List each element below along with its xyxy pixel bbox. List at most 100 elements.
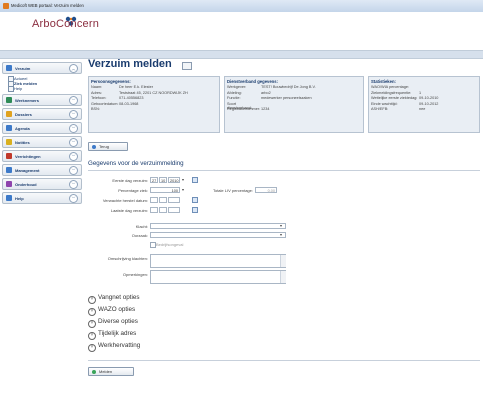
sidebar-item-label: Verzuim	[15, 66, 31, 71]
check-icon	[92, 369, 96, 374]
back-button-label: Terug	[99, 144, 110, 149]
section-wazo[interactable]: ˅ WAZO opties	[88, 306, 135, 316]
back-arrow-icon	[92, 144, 96, 149]
bedrijfsongeval-label: Bedrijfsongeval	[156, 242, 184, 247]
chevron-down-icon[interactable]: ﹀	[69, 166, 78, 175]
chevron-down-icon[interactable]: ﹀	[69, 138, 78, 147]
info-value: nee	[419, 107, 426, 111]
chevron-down-icon[interactable]: ﹀	[69, 124, 78, 133]
calendar-icon[interactable]	[192, 197, 198, 203]
oorzaak-select[interactable]	[150, 232, 286, 238]
laatste-label: Laatste dag verzuim:	[110, 208, 148, 213]
note-icon	[6, 139, 12, 145]
panel-statistieken: Statistieken: WAO/WIA percentage: Ziekme…	[368, 76, 480, 133]
info-row: BSN:	[89, 107, 219, 113]
sidebar-item-werknemers[interactable]: Werknemers ﹀	[2, 94, 82, 106]
verwachte-label: Verwachte herstel datum:	[102, 198, 148, 203]
sidebar-item-label: Werknemers	[15, 98, 39, 103]
calendar-icon[interactable]	[192, 207, 198, 213]
info-value: medewerker personeelszaken	[261, 96, 312, 100]
eerste-dag-label: Eerste dag verzuim:	[112, 178, 148, 183]
section-tijdelijk-adres[interactable]: ˅ Tijdelijk adres	[88, 330, 136, 340]
chevron-up-icon[interactable]: ︿	[69, 64, 78, 73]
panel-header: Persoonsgegevens:	[91, 79, 131, 84]
sidebar-item-onderhoud[interactable]: Onderhoud ﹀	[2, 178, 82, 190]
brand-logo: ArboConcern	[32, 18, 100, 30]
sidebar-item-verzuim[interactable]: Verzuim ︿	[2, 62, 82, 74]
chart-icon	[6, 167, 12, 173]
laatste-day-input[interactable]	[150, 207, 158, 213]
chevron-down-icon: ˅	[88, 343, 96, 352]
eerste-dag-year-input[interactable]: 2010	[168, 177, 180, 183]
sidebar-sub-label: Help	[14, 86, 23, 91]
section-label: Tijdelijk adres	[98, 330, 137, 337]
sidebar-item-dossiers[interactable]: Dossiers ﹀	[2, 108, 82, 120]
calendar-icon	[6, 125, 12, 131]
chevron-down-icon[interactable]: ﹀	[69, 96, 78, 105]
dropdown-caret-icon[interactable]: ▾	[182, 177, 184, 182]
sidebar-item-management[interactable]: Management ﹀	[2, 164, 82, 176]
section-vangnet[interactable]: ˅ Vangnet opties	[88, 294, 140, 304]
verwachte-year-input[interactable]	[168, 197, 180, 203]
sidebar-item-notities[interactable]: Notities ﹀	[2, 136, 82, 148]
sidebar-item-label: Agenda	[15, 126, 30, 131]
doctor-icon	[6, 65, 12, 71]
sidebar-sub-help[interactable]: Help	[8, 86, 82, 92]
dropdown-caret-icon[interactable]: ▾	[182, 187, 184, 192]
laatste-month-input[interactable]	[159, 207, 167, 213]
section-title: Gegevens voor de verzuimmelding	[88, 160, 184, 167]
footer-divider	[88, 360, 480, 361]
sidebar-item-help[interactable]: Help ﹀	[2, 192, 82, 204]
sidebar-item-label: Help	[15, 196, 24, 201]
textarea-scrollbar[interactable]	[280, 255, 286, 267]
section-divider	[88, 170, 480, 171]
section-diverse[interactable]: ˅ Diverse opties	[88, 318, 138, 328]
section-label: WAZO opties	[98, 306, 136, 313]
sidebar-item-label: Onderhoud	[15, 182, 37, 187]
verwachte-day-input[interactable]	[150, 197, 158, 203]
info-row: Registratienummer: 1234	[225, 107, 363, 113]
laatste-year-input[interactable]	[168, 207, 180, 213]
info-key: Registratienummer:	[227, 107, 261, 111]
melden-button[interactable]: Melden	[88, 367, 134, 376]
sidebar-item-agenda[interactable]: Agenda ﹀	[2, 122, 82, 134]
sidebar-item-label: Management	[15, 168, 40, 173]
calendar-icon[interactable]	[192, 177, 198, 183]
opmerkingen-label: Opmerkingen:	[122, 272, 148, 277]
section-label: Vangnet opties	[98, 294, 140, 301]
sidebar-sublist: Actueel Ziek melden Help	[2, 76, 82, 94]
sidebar-item-label: Verrichtingen	[15, 154, 41, 159]
info-row: ASH/EFB: nee	[369, 107, 479, 113]
eerste-dag-month-input[interactable]: 10	[159, 177, 167, 183]
textarea-scrollbar[interactable]	[280, 271, 286, 283]
envelope-icon	[182, 62, 192, 70]
oorzaak-label: Oorzaak:	[131, 233, 148, 238]
chevron-down-icon[interactable]: ▾	[280, 223, 282, 228]
panel-header: Statistieken:	[371, 79, 396, 84]
info-value: 08-03-1968	[119, 101, 139, 106]
chevron-down-icon[interactable]: ﹀	[69, 110, 78, 119]
sidebar-item-label: Dossiers	[15, 112, 32, 117]
chevron-down-icon: ˅	[88, 331, 96, 340]
klacht-label: Klacht:	[135, 224, 148, 229]
percentage-input[interactable]: 100	[150, 187, 180, 193]
totale-lw-label: Totale LIV percentage:	[212, 188, 253, 193]
chevron-down-icon[interactable]: ▾	[280, 232, 282, 237]
chevron-down-icon[interactable]: ﹀	[69, 194, 78, 203]
eerste-dag-day-input[interactable]: 27	[150, 177, 158, 183]
panel-header: Dienstverband gegevens:	[227, 79, 278, 84]
sidebar: Verzuim ︿ Actueel Ziek melden Help Werkn…	[2, 62, 82, 206]
chevron-down-icon[interactable]: ﹀	[69, 152, 78, 161]
info-key: BSN:	[91, 107, 100, 111]
verwachte-month-input[interactable]	[159, 197, 167, 203]
opmerkingen-textarea[interactable]	[150, 270, 286, 284]
totale-lw-input: 0.00	[255, 187, 277, 193]
pencil-icon	[6, 153, 12, 159]
chevron-down-icon: ˅	[88, 307, 96, 316]
section-werkhervatting[interactable]: ˅ Werkhervatting	[88, 342, 140, 352]
sidebar-item-verrichtingen[interactable]: Verrichtingen ﹀	[2, 150, 82, 162]
omschrijving-textarea[interactable]	[150, 254, 286, 268]
chevron-down-icon[interactable]: ﹀	[69, 180, 78, 189]
klacht-select[interactable]	[150, 223, 286, 229]
back-button[interactable]: Terug	[88, 142, 128, 151]
